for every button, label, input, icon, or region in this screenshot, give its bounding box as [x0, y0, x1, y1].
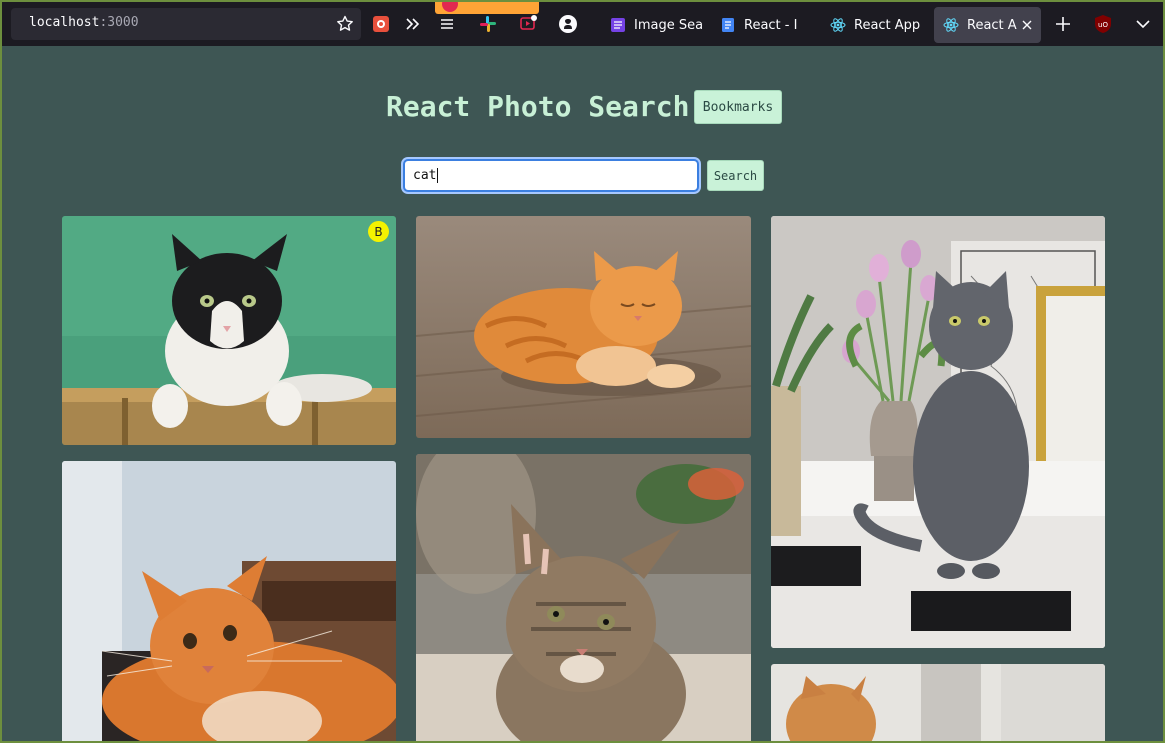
- url-bar[interactable]: localhost:3000: [11, 8, 361, 40]
- page-title: React Photo Search: [386, 90, 690, 123]
- tab-label: React App: [854, 17, 921, 33]
- photo-card[interactable]: [62, 461, 396, 741]
- page-icon: [610, 17, 626, 33]
- text-caret: [437, 168, 439, 183]
- search-input[interactable]: cat: [403, 159, 699, 192]
- close-tab-icon[interactable]: [1020, 18, 1034, 32]
- tab-label: React A: [967, 17, 1017, 33]
- overflow-chevron-icon[interactable]: [404, 15, 422, 33]
- cat-photo: [771, 216, 1105, 648]
- url-port: :3000: [99, 15, 139, 30]
- browser-toolbar: localhost:3000 Image Sea React - I React…: [2, 2, 1163, 46]
- photo-card[interactable]: B: [62, 216, 396, 445]
- tab-label: Image Sea: [634, 17, 704, 33]
- docs-icon: [720, 17, 736, 33]
- photo-card[interactable]: [416, 216, 751, 438]
- cat-photo: [771, 664, 1105, 741]
- tab-react-app-active[interactable]: React A: [934, 7, 1041, 43]
- react-icon: [830, 17, 846, 33]
- cat-photo: [416, 454, 751, 741]
- cat-photo: [416, 216, 751, 438]
- photo-card[interactable]: [416, 454, 751, 741]
- search-input-value: cat: [413, 168, 437, 183]
- github-icon[interactable]: [558, 14, 578, 34]
- svg-text:uO: uO: [1098, 21, 1108, 29]
- new-tab-icon[interactable]: [1054, 15, 1072, 33]
- record-icon: [442, 2, 458, 12]
- photo-card[interactable]: [771, 216, 1105, 648]
- app-page: React Photo Search Bookmarks cat Search: [2, 46, 1163, 741]
- bookmarked-badge[interactable]: B: [368, 221, 389, 242]
- url-text: localhost:3000: [29, 15, 139, 30]
- hamburger-menu-icon[interactable]: [438, 15, 456, 33]
- slack-icon[interactable]: [479, 15, 497, 33]
- star-icon[interactable]: [336, 15, 354, 33]
- cat-photo: [62, 216, 396, 445]
- cat-photo: [62, 461, 396, 741]
- tab-react-docs[interactable]: React - I: [711, 7, 816, 43]
- tab-label: React - I: [744, 17, 798, 33]
- react-icon: [943, 17, 959, 33]
- photo-card[interactable]: [771, 664, 1105, 741]
- browser-window: localhost:3000 Image Sea React - I React…: [0, 0, 1165, 743]
- tab-image-search[interactable]: Image Sea: [601, 7, 706, 43]
- extension-icon[interactable]: [372, 15, 390, 33]
- youtube-icon[interactable]: [519, 13, 539, 33]
- search-button[interactable]: Search: [707, 160, 764, 191]
- tab-react-app[interactable]: React App: [821, 7, 929, 43]
- bookmarks-button[interactable]: Bookmarks: [694, 90, 782, 124]
- ublock-icon[interactable]: uO: [1094, 14, 1112, 34]
- tab-list-chevron-icon[interactable]: [1134, 15, 1152, 33]
- url-host: localhost: [29, 15, 100, 30]
